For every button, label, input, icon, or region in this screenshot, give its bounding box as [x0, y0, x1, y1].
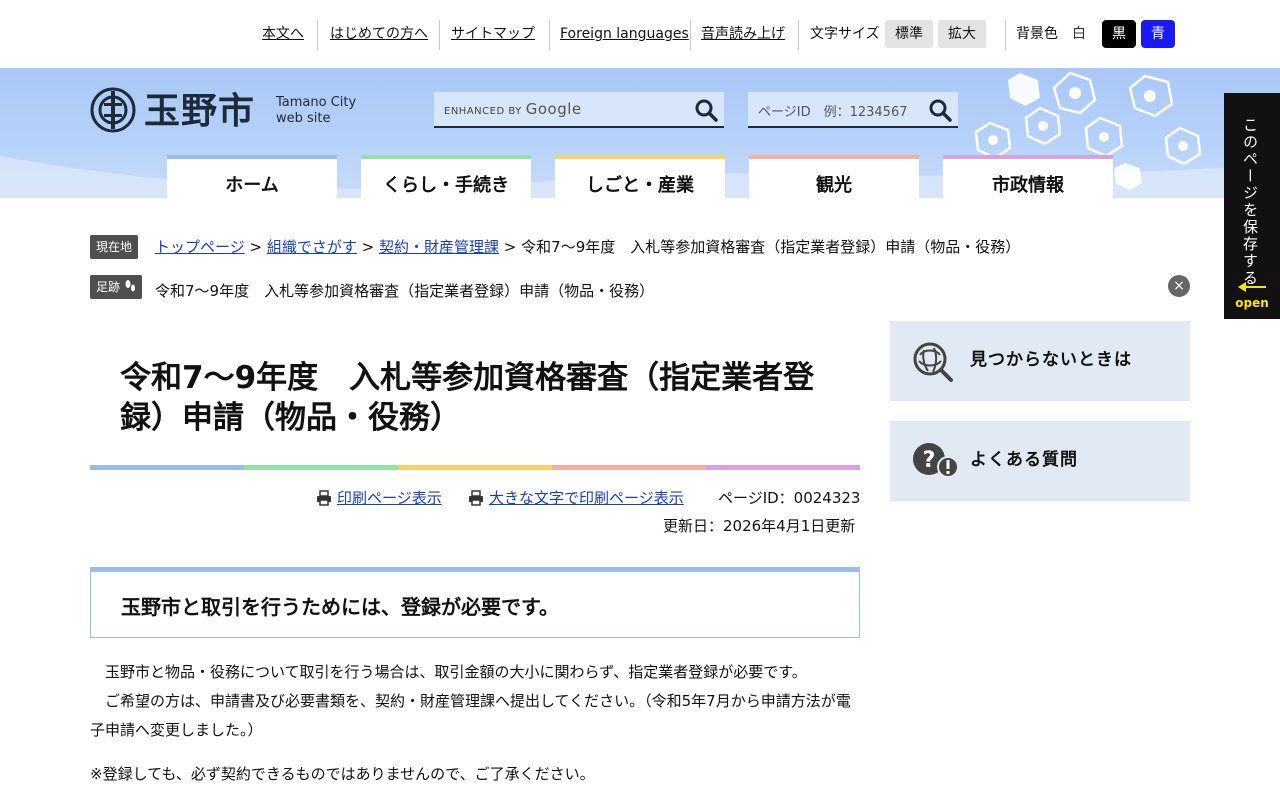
save-page-text: このページを保存する	[1241, 117, 1259, 287]
svg-text:?: ?	[923, 448, 936, 473]
nav-tab-tourism[interactable]: 観光	[749, 155, 919, 198]
open-label: open	[1235, 296, 1269, 310]
logo-subtitle-line1: Tamano City	[276, 95, 357, 110]
sitemap-link[interactable]: サイトマップ	[451, 25, 535, 43]
nav-tab-color-bar	[943, 155, 1113, 159]
body-paragraph: 玉野市と物品・役務について取引を行う場合は、取引金額の大小に関わらず、指定業者登…	[90, 663, 807, 681]
breadcrumb-separator: >	[361, 238, 375, 256]
printer-icon	[317, 490, 331, 506]
logo-subtitle: Tamano City web site	[276, 95, 356, 127]
faq-icon: ?	[913, 443, 959, 478]
divider	[317, 20, 318, 50]
breadcrumb-separator: >	[503, 238, 517, 256]
print-page-link[interactable]: 印刷ページ表示	[337, 489, 442, 507]
printer-icon	[469, 490, 483, 506]
notice-paragraph: ※登録しても、必ず契約できるものではありませんので、ご了承ください。	[90, 765, 595, 783]
breadcrumb-separator: >	[249, 238, 263, 256]
divider	[439, 20, 440, 50]
nav-tab-label: 市政情報	[992, 175, 1064, 196]
breadcrumb-link-top[interactable]: トップページ	[155, 238, 245, 256]
font-size-large-button[interactable]: 拡大	[938, 20, 986, 48]
print-large-link-wrapper: 大きな文字で印刷ページ表示	[468, 488, 684, 508]
current-location-tag: 現在地	[90, 235, 139, 259]
nav-tab-label: 観光	[816, 175, 852, 196]
search-help-icon	[913, 342, 953, 382]
nav-tab-label: ホーム	[225, 175, 279, 196]
logo-subtitle-line2: web site	[276, 111, 331, 126]
breadcrumb-current: 令和7～9年度 入札等参加資格審査（指定業者登録）申請（物品・役務）	[521, 238, 1021, 256]
divider	[549, 20, 550, 50]
skip-to-content-link[interactable]: 本文へ	[262, 25, 304, 43]
page-title: 令和7～9年度 入札等参加資格審査（指定業者登録）申請（物品・役務）	[120, 360, 815, 436]
utility-bar: 本文へ はじめての方へ サイトマップ Foreign languages 音声読…	[0, 0, 1280, 68]
history-tag: 足跡	[90, 275, 142, 299]
body-paragraph: ご希望の方は、申請書及び必要書類を、契約・財産管理課へ提出してください。（令和5…	[90, 692, 851, 739]
section-heading: 玉野市と取引を行うためには、登録が必要です。	[121, 595, 559, 619]
history-item[interactable]: 令和7～9年度 入札等参加資格審査（指定業者登録）申請（物品・役務）	[155, 281, 654, 301]
nav-tab-home[interactable]: ホーム	[167, 155, 337, 198]
nav-tab-city-info[interactable]: 市政情報	[943, 155, 1113, 198]
google-enhanced-prefix: ENHANCED BY	[444, 106, 522, 117]
title-bar-segment	[90, 465, 244, 470]
divider	[798, 20, 799, 50]
updated-date: 更新日：2026年4月1日更新	[663, 517, 856, 535]
page-id-search-box[interactable]: ページID 例：1234567	[748, 92, 958, 128]
site-search-box[interactable]: ENHANCED BY Google	[434, 92, 724, 128]
nav-tab-label: しごと・産業	[586, 175, 694, 196]
close-history-icon[interactable]: ×	[1168, 275, 1190, 297]
nav-tab-business[interactable]: しごと・産業	[555, 155, 725, 198]
title-bar-segment	[398, 465, 552, 470]
bg-blue-button[interactable]: 青	[1141, 20, 1175, 48]
font-size-label: 文字サイズ	[810, 26, 880, 42]
section-heading-box: 玉野市と取引を行うためには、登録が必要です。	[90, 567, 860, 638]
divider	[690, 20, 691, 50]
title-color-bar	[90, 465, 860, 470]
faq-label: よくある質問	[970, 450, 1078, 470]
bg-white-button[interactable]: 白	[1062, 20, 1096, 48]
breadcrumb-link-organization[interactable]: 組織でさがす	[267, 238, 357, 256]
google-brand: Google	[525, 100, 582, 118]
google-enhanced-label: ENHANCED BY Google	[444, 100, 582, 121]
faq-box[interactable]: ? よくある質問	[890, 421, 1190, 501]
beginners-link[interactable]: はじめての方へ	[330, 25, 428, 43]
print-link-wrapper: 印刷ページ表示	[316, 488, 442, 508]
nav-tab-color-bar	[749, 155, 919, 159]
nav-tab-living[interactable]: くらし・手続き	[361, 155, 531, 198]
nav-tab-color-bar	[555, 155, 725, 159]
not-found-help-box[interactable]: 見つからないときは	[890, 321, 1190, 401]
footprint-icon	[125, 280, 135, 292]
nav-tab-color-bar	[361, 155, 531, 159]
breadcrumb-link-department[interactable]: 契約・財産管理課	[379, 238, 499, 256]
search-icon[interactable]	[694, 98, 718, 122]
nav-tab-label: くらし・手続き	[383, 175, 509, 196]
nav-tab-color-bar	[167, 155, 337, 159]
breadcrumb: トップページ > 組織でさがす > 契約・財産管理課 > 令和7～9年度 入札等…	[155, 237, 1020, 257]
title-bar-segment	[552, 465, 706, 470]
page-id-input[interactable]: ページID 例：1234567	[758, 101, 907, 120]
bg-color-label: 背景色	[1016, 26, 1058, 42]
city-emblem-icon	[90, 87, 136, 133]
history-tag-label: 足跡	[96, 280, 121, 294]
title-bar-segment	[706, 465, 860, 470]
print-large-page-link[interactable]: 大きな文字で印刷ページ表示	[489, 489, 684, 507]
arrow-left-icon	[1238, 282, 1266, 292]
divider	[1005, 20, 1006, 50]
logo-text: 玉野市	[144, 90, 256, 132]
font-size-standard-button[interactable]: 標準	[885, 20, 933, 48]
title-bar-segment	[244, 465, 398, 470]
read-aloud-link[interactable]: 音声読み上げ	[701, 25, 785, 43]
site-header: 玉野市 Tamano City web site ENHANCED BY Googl…	[0, 68, 1280, 198]
save-page-side-tab[interactable]: このページを保存する open	[1224, 93, 1280, 319]
bg-black-button[interactable]: 黒	[1102, 20, 1136, 48]
foreign-languages-link[interactable]: Foreign languages	[560, 25, 689, 43]
not-found-help-label: 見つからないときは	[970, 350, 1132, 370]
page-id: ページID：0024323	[718, 489, 861, 507]
